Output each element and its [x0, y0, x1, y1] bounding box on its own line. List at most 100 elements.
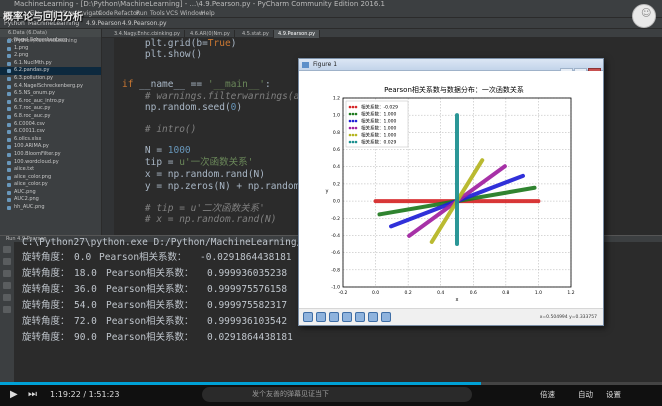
image-file-icon [7, 46, 11, 51]
subplots-icon[interactable] [368, 312, 378, 322]
save-icon[interactable] [381, 312, 391, 322]
code-line: y = np.zeros(N) + np.random.ra [122, 181, 317, 192]
y-tick-label: 1.0 [333, 113, 340, 119]
window-controls: –□✕ [559, 60, 601, 77]
file-item[interactable]: 6.5.NS_onum.py [0, 90, 101, 98]
clear-icon[interactable] [3, 306, 11, 313]
home-icon[interactable] [303, 312, 313, 322]
image-file-icon [7, 54, 11, 59]
file-item[interactable]: alice_color.py [0, 181, 101, 189]
code-line: plt.show() [122, 49, 203, 60]
rerun-icon[interactable] [3, 246, 11, 253]
file-item[interactable]: alice_color.png [0, 174, 101, 182]
file-item[interactable]: 6.6.roc_auc_intro.py [0, 98, 101, 106]
figure-titlebar[interactable]: Figure 1 –□✕ [299, 59, 603, 77]
editor-tab[interactable]: 4.6.AR(0)Nm.py [186, 30, 235, 38]
video-frame[interactable]: MachineLearning - [D:\Python\MachineLear… [0, 0, 662, 382]
python-file-icon [7, 92, 11, 97]
figure-window[interactable]: Figure 1 –□✕ Pearson相关系数与数据分布：一次函数关系 -0.… [298, 58, 604, 326]
file-item[interactable]: 1.png [0, 45, 101, 53]
legend-label: 相关系数：-0.029 [361, 104, 398, 111]
back-icon[interactable] [316, 312, 326, 322]
menu-help[interactable]: Help [201, 9, 215, 18]
forward-icon[interactable] [329, 312, 339, 322]
time-current: 1:19:22 [50, 390, 81, 399]
file-item[interactable]: 6.4.NagelSchreckenberg.py [0, 83, 101, 91]
zoom-icon[interactable] [355, 312, 365, 322]
scatter-chart[interactable]: Pearson相关系数与数据分布：一次函数关系 -0.2 0.0 0.2 0.4 0.6… [299, 71, 603, 308]
ide-menubar: File Edit View Navigate Code Refactor Ru… [0, 9, 662, 18]
csv-file-icon [7, 130, 11, 135]
file-item[interactable]: 2.png [0, 52, 101, 60]
file-item[interactable]: 6.C0004.csv [0, 121, 101, 129]
breadcrumb-item[interactable]: 4.9.Pearson.py [122, 19, 167, 28]
figure-title: Figure 1 [313, 61, 338, 68]
speed-button[interactable]: 倍速 [540, 388, 555, 402]
file-item[interactable]: 6.7.roc_auc.py [0, 105, 101, 113]
file-item[interactable]: 6.ollcs.xlsx [0, 136, 101, 144]
console-toolbar [0, 242, 14, 382]
folder-icon [7, 39, 11, 43]
legend-marker [354, 112, 358, 116]
file-item[interactable]: 100.wordcloud.py [0, 159, 101, 167]
file-item[interactable]: 6.1.NuclMth.py [0, 60, 101, 68]
file-item[interactable]: Nagel Schreckenberg [0, 37, 101, 45]
y-tick-label: -0.6 [331, 250, 340, 256]
legend-label: 相关系数：1.000 [361, 111, 397, 118]
breadcrumb: Python MachineLearning 4.9.Pearson 4.9.P… [0, 18, 662, 29]
time-total: 1:51:23 [88, 390, 120, 399]
code-area[interactable]: plt.grid(b=True) plt.show() if __name__ … [122, 38, 316, 225]
progress-bar[interactable] [0, 382, 662, 385]
menu-vcs[interactable]: VCS [166, 9, 178, 18]
console-output: C:\Python27\python.exe D:/Python/Machine… [22, 237, 349, 343]
play-icon[interactable]: ▶ [10, 388, 18, 402]
legend-marker [348, 105, 352, 109]
pause-icon[interactable] [3, 270, 11, 277]
next-icon[interactable]: ⏭ [28, 388, 37, 402]
editor-tab[interactable]: 3.4.Nagy.Enhc.cbinking.py [110, 30, 186, 38]
menu-tools[interactable]: Tools [150, 9, 165, 18]
pan-icon[interactable] [342, 312, 352, 322]
file-item[interactable]: AUC2.png [0, 196, 101, 204]
y-tick-label: 0.8 [333, 130, 340, 136]
figure-canvas [299, 71, 603, 308]
legend-marker [354, 140, 358, 144]
file-item[interactable]: 6.8.roc_auc.py [0, 113, 101, 121]
print-icon[interactable] [3, 294, 11, 301]
breadcrumb-item[interactable]: 4.9.Pearson [86, 19, 121, 28]
editor-tab[interactable]: 4.5.stat.py [238, 30, 274, 38]
y-tick-label: 1.2 [333, 96, 340, 102]
file-item[interactable]: 6.3.pollution.py [0, 75, 101, 83]
avatar[interactable]: ☺ [632, 4, 656, 28]
file-item[interactable]: 100.BloomFilter.py [0, 151, 101, 159]
legend-label: 相关系数：1.000 [361, 132, 397, 139]
file-item[interactable]: hh_AUC.png [0, 204, 101, 212]
x-axis-label: x [456, 297, 459, 303]
quality-button[interactable]: 自动 [578, 388, 593, 402]
editor-tab-active[interactable]: 4.9.Pearson.py [274, 30, 321, 38]
progress-fill [0, 382, 481, 385]
legend-marker [354, 105, 358, 109]
excel-file-icon [7, 137, 11, 142]
file-item[interactable]: 6.C0011.csv [0, 128, 101, 136]
file-item[interactable]: alice.txt [0, 166, 101, 174]
menu-code[interactable]: Code [98, 9, 113, 18]
python-file-icon [7, 99, 11, 104]
settings-button[interactable]: 设置 [606, 388, 621, 402]
legend-marker [351, 112, 355, 116]
legend-marker [348, 112, 352, 116]
file-item[interactable]: 6.2.pandas.py [0, 67, 101, 75]
x-tick-label: 1.2 [567, 290, 574, 296]
figure-toolbar: x=0.504994 y=0.333757 [299, 308, 603, 325]
stop-icon[interactable] [3, 258, 11, 265]
file-item[interactable]: 100.ARIMA.py [0, 143, 101, 151]
python-file-icon [7, 69, 11, 74]
python-file-icon [7, 76, 11, 81]
code-line: N = 1000 [122, 145, 191, 156]
scroll-end-icon[interactable] [3, 282, 11, 289]
menu-run[interactable]: Run [136, 9, 148, 18]
legend-label: 相关系数：1.000 [361, 118, 397, 125]
file-item[interactable]: AUC.png [0, 189, 101, 197]
danmu-input[interactable]: 发个友善的弹幕见证当下 [202, 387, 472, 402]
code-line: x = np.random.rand(N) [122, 169, 265, 180]
